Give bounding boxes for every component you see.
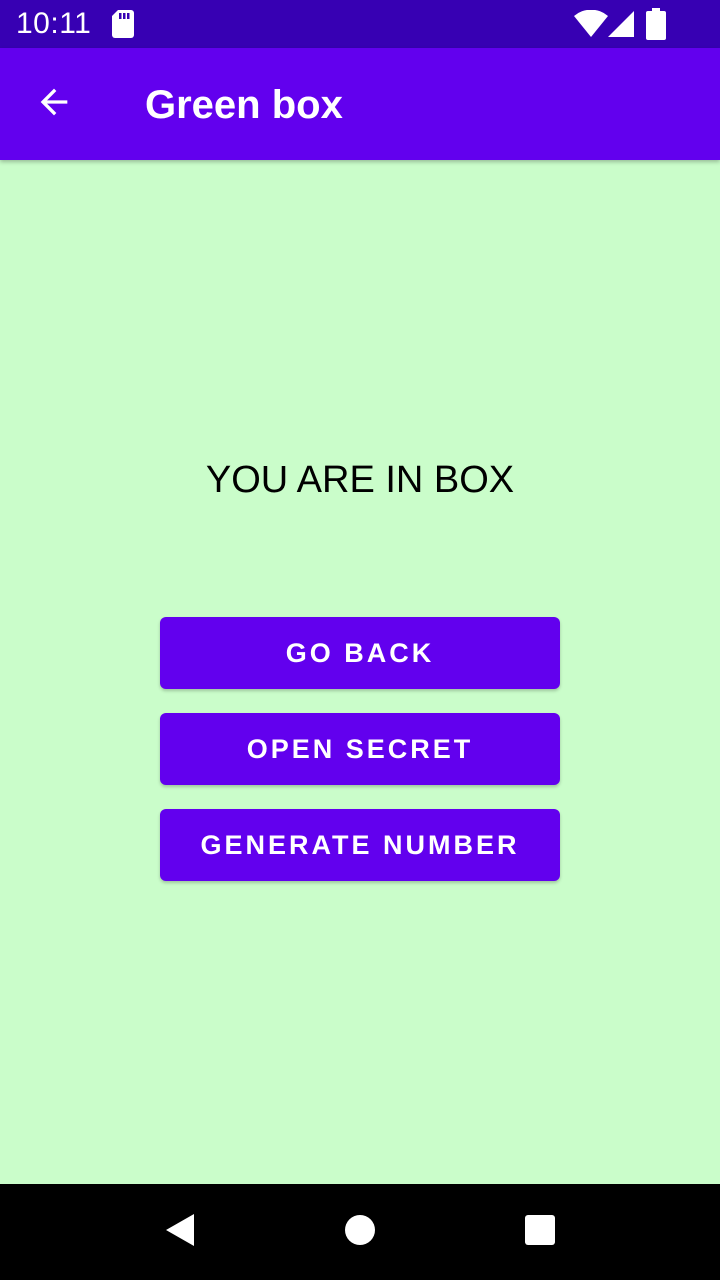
page-title: Green box [145,83,343,127]
nav-back-button[interactable] [150,1202,210,1262]
generate-number-button[interactable]: GENERATE NUMBER [160,809,560,881]
status-bar: 10:11 [0,0,720,48]
back-arrow-icon [34,82,74,127]
battery-icon [646,8,666,40]
box-message: YOU ARE IN BOX [205,459,515,501]
status-time: 10:11 [16,7,92,40]
app-bar: Green box [0,48,720,160]
sd-card-icon [112,10,134,38]
navigation-bar [0,1184,720,1280]
nav-back-icon [165,1213,195,1252]
nav-recents-icon [525,1214,555,1250]
back-button[interactable] [22,72,86,136]
wifi-icon [574,9,608,38]
nav-home-button[interactable] [330,1202,390,1262]
go-back-button[interactable]: GO BACK [160,617,560,689]
open-secret-button[interactable]: OPEN SECRET [160,713,560,785]
nav-recents-button[interactable] [510,1202,570,1262]
nav-home-icon [344,1214,376,1251]
cell-signal-icon [608,10,634,38]
screen: 10:11 Green box YOU ARE IN BOX GO BACK O… [0,0,720,1280]
